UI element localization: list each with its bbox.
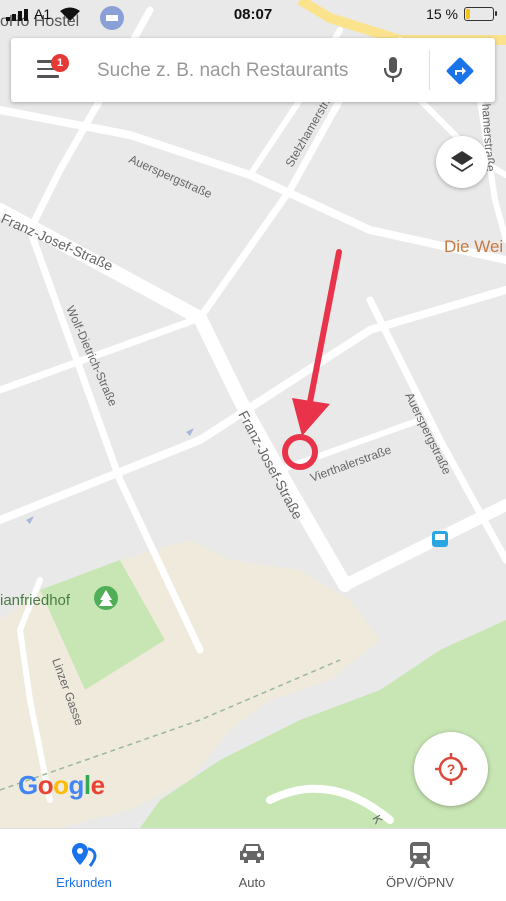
location-unknown-icon: ? [435,753,467,785]
search-input[interactable] [97,57,353,85]
my-location-button[interactable]: ? [414,732,488,806]
map-canvas[interactable]: Franz-Josef-Straße Franz-Josef-Straße Au… [0,0,506,828]
battery-percent: 15 % [426,6,458,22]
nav-tab-transit[interactable]: ÖPV/ÖPNV [336,829,504,901]
search-divider [429,50,430,90]
place-label-die-wei[interactable]: Die Wei [444,237,503,256]
nav-tab-driving[interactable]: Auto [168,829,336,901]
battery-icon [464,7,497,21]
layers-button[interactable] [436,136,488,188]
layers-icon [451,151,473,172]
car-icon [240,844,264,863]
directions-icon[interactable] [445,56,475,86]
search-bar[interactable]: 1 [11,38,495,102]
place-label-friedhof[interactable]: ianfriedhof [0,592,71,609]
bus-stop-icon[interactable] [432,531,448,547]
train-icon [410,842,430,868]
nav-label: Erkunden [56,875,112,890]
microphone-icon[interactable] [383,56,403,84]
svg-text:?: ? [447,761,456,777]
tree-icon[interactable] [94,586,118,610]
bottom-navigation: Erkunden Auto ÖPV/ÖPNV [0,828,506,901]
nav-label: ÖPV/ÖPNV [386,875,454,890]
explore-pin-icon [72,843,97,867]
notification-badge: 1 [51,54,69,72]
google-logo: Google [18,770,105,800]
status-bar: A1 08:07 15 % [0,0,506,30]
nav-label: Auto [238,875,266,890]
nav-tab-explore[interactable]: Erkunden [0,829,168,901]
